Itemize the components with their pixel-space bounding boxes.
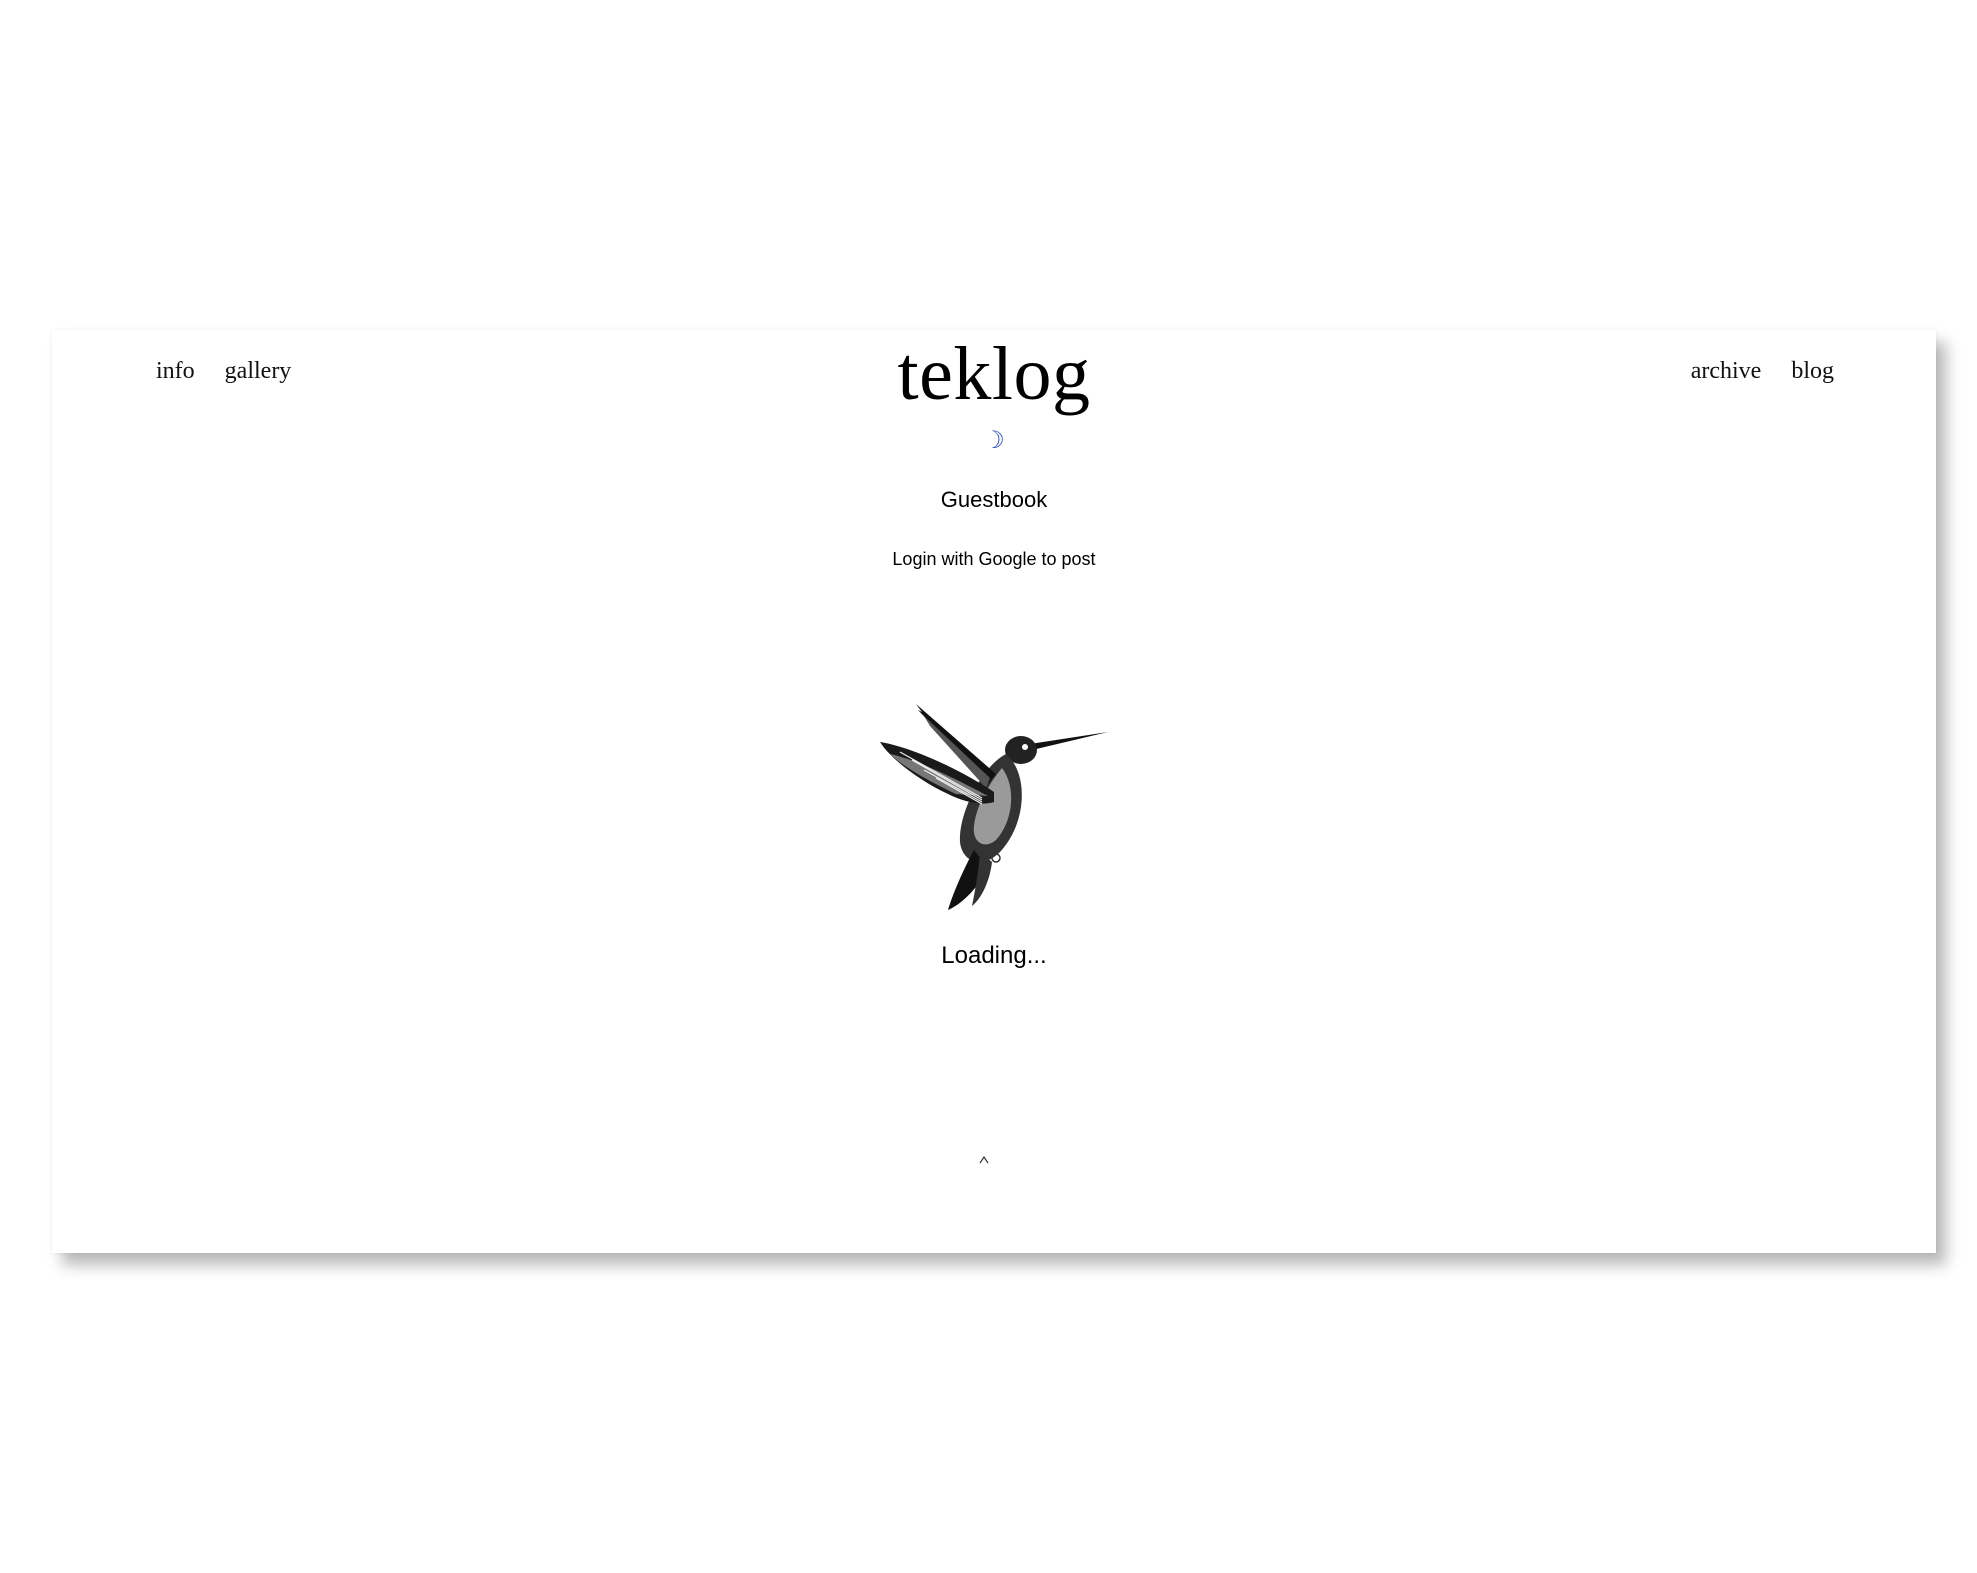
hummingbird-illustration [880, 704, 1108, 910]
google-login-link[interactable]: Login with Google to post [892, 549, 1095, 569]
site-title[interactable]: teklog [52, 336, 1936, 412]
nav-right: archive blog [1691, 358, 1834, 385]
loading-spinner-icon [979, 1156, 989, 1164]
guestbook-title: Guestbook [940, 487, 1048, 512]
google-login-prompt: Login with Google to post [52, 549, 1936, 570]
nav-link-archive[interactable]: archive [1691, 358, 1762, 385]
moon-icon[interactable]: ☽ [52, 426, 1936, 455]
page-card: info gallery teklog archive blog ☽ Guest… [52, 330, 1936, 1253]
nav-link-blog[interactable]: blog [1791, 358, 1834, 385]
loading-text: Loading... [941, 942, 1047, 969]
